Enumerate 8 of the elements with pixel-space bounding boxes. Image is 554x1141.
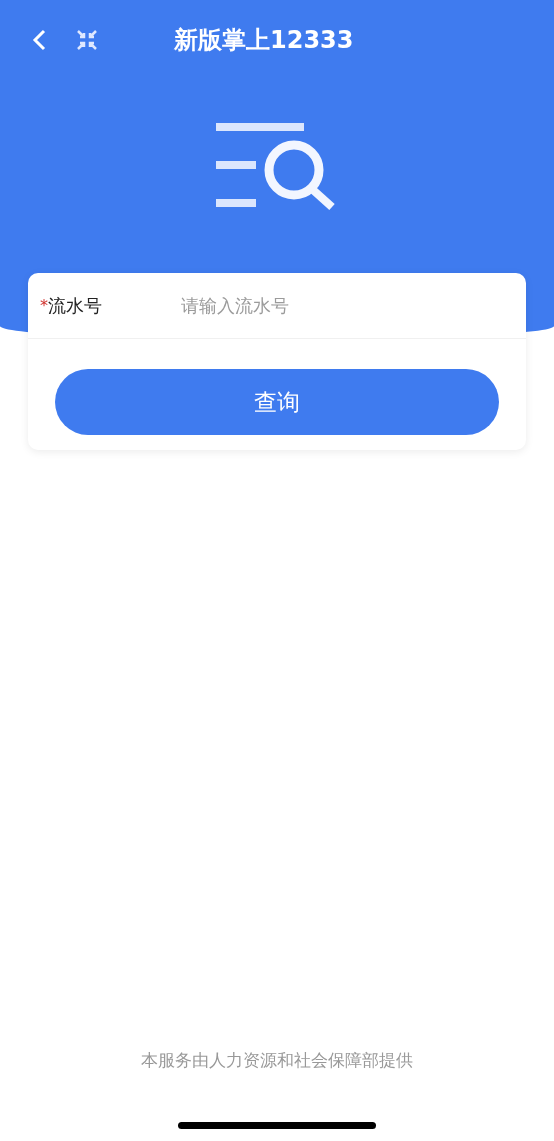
page-title: 新版掌上12333 (174, 25, 354, 56)
back-icon (32, 29, 46, 51)
shrink-icon (76, 29, 98, 51)
serial-number-field[interactable]: 请输入流水号 (179, 294, 526, 317)
footer-note: 本服务由人力资源和社会保障部提供 (140, 1049, 414, 1072)
field-label: 流水号 (48, 293, 103, 318)
query-button[interactable]: 查询 (55, 369, 499, 435)
required-mark: * (40, 296, 48, 315)
